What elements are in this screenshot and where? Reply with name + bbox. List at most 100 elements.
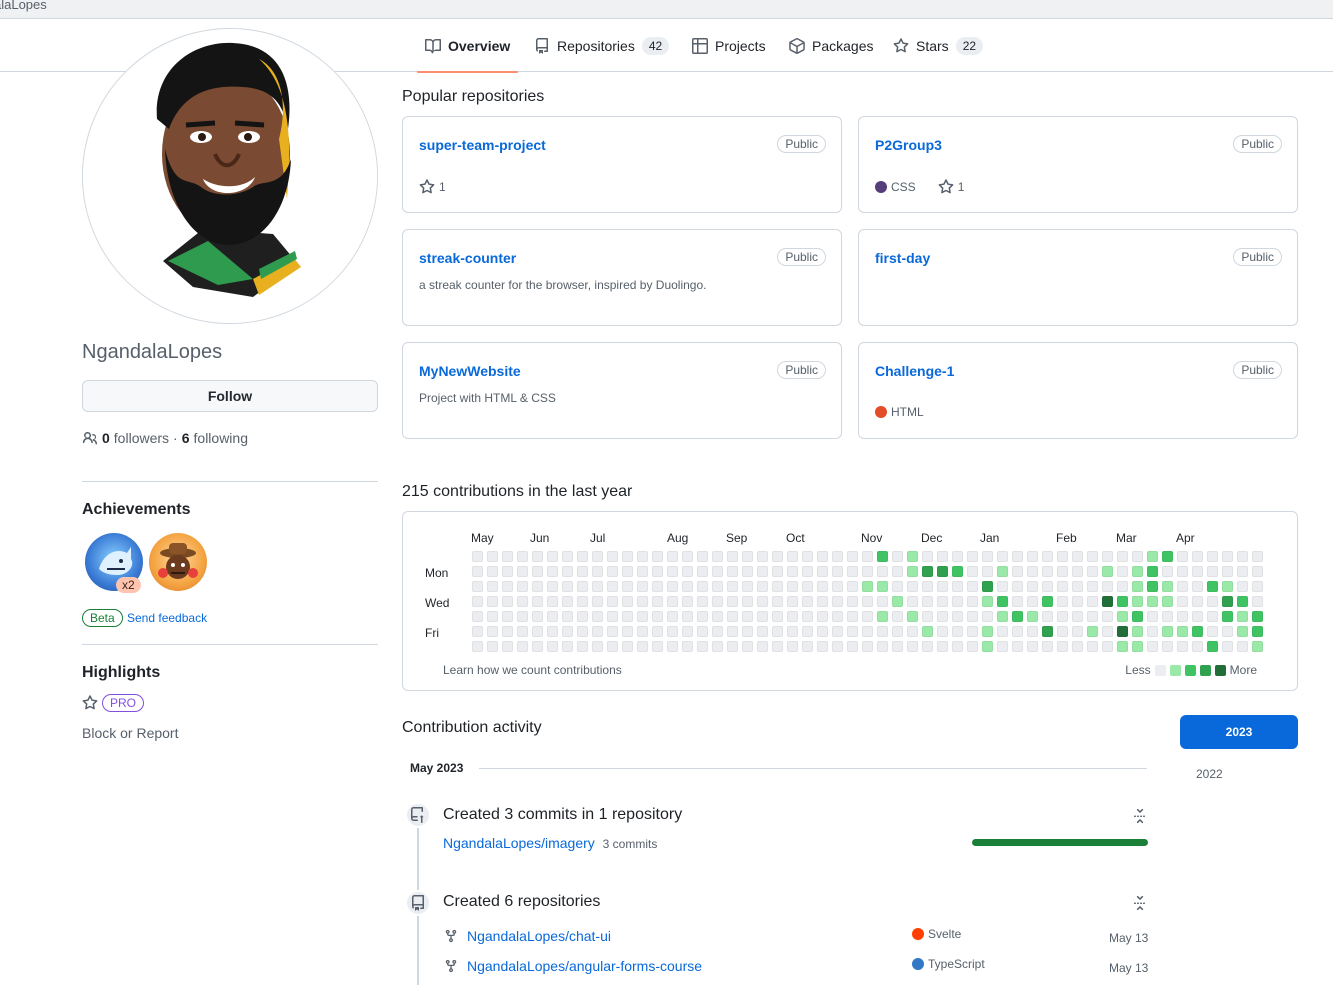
contribution-day[interactable]	[907, 566, 918, 577]
contribution-day[interactable]	[922, 566, 933, 577]
contribution-day[interactable]	[607, 566, 618, 577]
contribution-day[interactable]	[1072, 641, 1083, 652]
contribution-day[interactable]	[1087, 581, 1098, 592]
contribution-day[interactable]	[667, 551, 678, 562]
contribution-day[interactable]	[1057, 626, 1068, 637]
contribution-day[interactable]	[697, 566, 708, 577]
commits-count-link[interactable]: 3 commits	[603, 837, 658, 851]
contribution-day[interactable]	[1117, 551, 1128, 562]
contribution-day[interactable]	[1027, 611, 1038, 622]
contribution-day[interactable]	[922, 611, 933, 622]
contribution-day[interactable]	[802, 611, 813, 622]
contribution-day[interactable]	[592, 641, 603, 652]
contribution-day[interactable]	[727, 566, 738, 577]
contribution-day[interactable]	[1162, 641, 1173, 652]
contribution-day[interactable]	[562, 611, 573, 622]
contribution-day[interactable]	[577, 611, 588, 622]
contribution-day[interactable]	[712, 581, 723, 592]
contribution-day[interactable]	[952, 596, 963, 607]
contribution-day[interactable]	[1087, 551, 1098, 562]
contribution-day[interactable]	[727, 551, 738, 562]
contribution-day[interactable]	[802, 566, 813, 577]
contribution-day[interactable]	[652, 566, 663, 577]
contribution-day[interactable]	[1177, 581, 1188, 592]
contribution-day[interactable]	[547, 566, 558, 577]
contribution-day[interactable]	[637, 641, 648, 652]
contribution-day[interactable]	[637, 611, 648, 622]
contribution-day[interactable]	[1087, 611, 1098, 622]
contribution-day[interactable]	[712, 596, 723, 607]
contribution-day[interactable]	[1117, 566, 1128, 577]
contribution-day[interactable]	[1042, 611, 1053, 622]
contribution-day[interactable]	[967, 596, 978, 607]
contribution-day[interactable]	[937, 581, 948, 592]
contribution-day[interactable]	[1042, 626, 1053, 637]
contribution-day[interactable]	[517, 566, 528, 577]
contribution-day[interactable]	[952, 581, 963, 592]
contribution-day[interactable]	[1177, 611, 1188, 622]
contribution-day[interactable]	[577, 566, 588, 577]
contribution-day[interactable]	[532, 641, 543, 652]
contribution-day[interactable]	[1147, 596, 1158, 607]
contribution-day[interactable]	[877, 581, 888, 592]
contribution-day[interactable]	[1057, 551, 1068, 562]
contribution-day[interactable]	[1237, 581, 1248, 592]
contribution-day[interactable]	[667, 566, 678, 577]
contribution-day[interactable]	[547, 611, 558, 622]
contribution-day[interactable]	[712, 626, 723, 637]
contribution-day[interactable]	[1117, 641, 1128, 652]
contribution-day[interactable]	[577, 626, 588, 637]
contribution-day[interactable]	[982, 611, 993, 622]
contribution-day[interactable]	[787, 596, 798, 607]
contribution-day[interactable]	[1222, 566, 1233, 577]
contribution-day[interactable]	[1027, 581, 1038, 592]
contribution-day[interactable]	[832, 581, 843, 592]
contribution-day[interactable]	[502, 581, 513, 592]
contribution-day[interactable]	[1162, 551, 1173, 562]
contribution-day[interactable]	[502, 611, 513, 622]
contribution-day[interactable]	[937, 596, 948, 607]
contribution-day[interactable]	[772, 581, 783, 592]
contribution-day[interactable]	[1177, 566, 1188, 577]
year-2023-button[interactable]: 2023	[1180, 715, 1298, 749]
contribution-day[interactable]	[1042, 641, 1053, 652]
contribution-day[interactable]	[832, 596, 843, 607]
contribution-day[interactable]	[607, 626, 618, 637]
avatar[interactable]	[82, 28, 378, 324]
contribution-day[interactable]	[802, 641, 813, 652]
contribution-day[interactable]	[892, 581, 903, 592]
contribution-day[interactable]	[1132, 611, 1143, 622]
contribution-day[interactable]	[1177, 596, 1188, 607]
contribution-day[interactable]	[577, 551, 588, 562]
contribution-day[interactable]	[1072, 596, 1083, 607]
contribution-day[interactable]	[472, 611, 483, 622]
contribution-day[interactable]	[1207, 611, 1218, 622]
contribution-day[interactable]	[1252, 611, 1263, 622]
contribution-day[interactable]	[757, 641, 768, 652]
contribution-day[interactable]	[1027, 596, 1038, 607]
contribution-day[interactable]	[757, 596, 768, 607]
contribution-day[interactable]	[1237, 611, 1248, 622]
contribution-day[interactable]	[997, 641, 1008, 652]
contribution-day[interactable]	[1012, 641, 1023, 652]
contribution-day[interactable]	[472, 626, 483, 637]
contribution-day[interactable]	[682, 596, 693, 607]
contribution-day[interactable]	[577, 641, 588, 652]
contribution-day[interactable]	[1102, 596, 1113, 607]
contribution-day[interactable]	[1192, 551, 1203, 562]
contribution-day[interactable]	[1177, 626, 1188, 637]
contribution-day[interactable]	[697, 596, 708, 607]
contribution-day[interactable]	[1117, 581, 1128, 592]
contribution-day[interactable]	[772, 626, 783, 637]
contribution-day[interactable]	[547, 551, 558, 562]
contribution-day[interactable]	[637, 626, 648, 637]
contribution-day[interactable]	[1177, 641, 1188, 652]
contribution-day[interactable]	[1132, 551, 1143, 562]
contribution-day[interactable]	[502, 551, 513, 562]
contribution-day[interactable]	[622, 581, 633, 592]
created-repo-link[interactable]: NgandalaLopes/angular-forms-course	[467, 958, 702, 974]
contribution-day[interactable]	[1207, 626, 1218, 637]
repo-name-link[interactable]: P2Group3	[875, 137, 942, 153]
contribution-day[interactable]	[1012, 611, 1023, 622]
learn-contributions-link[interactable]: Learn how we count contributions	[443, 663, 622, 677]
